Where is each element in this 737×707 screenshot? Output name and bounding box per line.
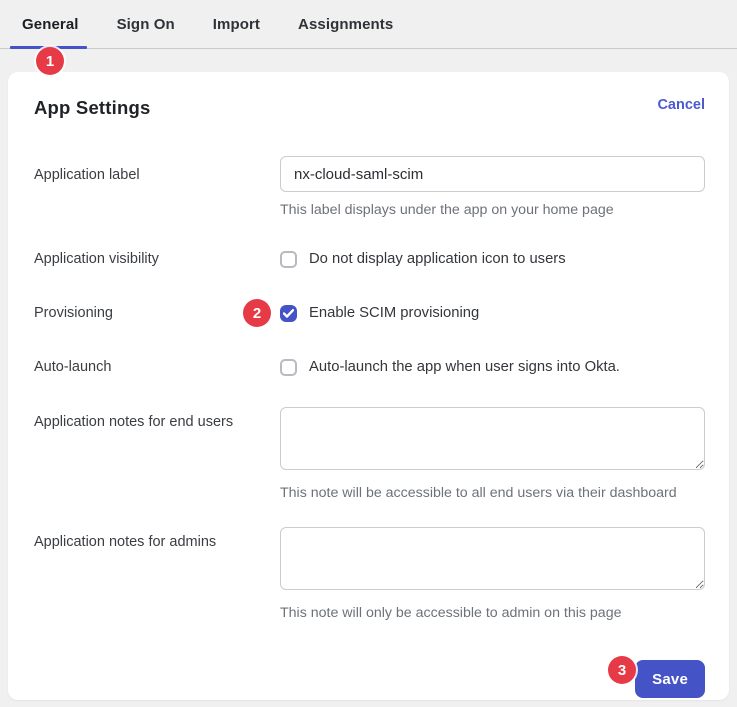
provisioning-row: Provisioning Enable SCIM provisioning	[8, 304, 729, 322]
step-badge-2: 2	[243, 299, 271, 327]
tab-import[interactable]: Import	[213, 16, 260, 33]
check-icon	[283, 309, 294, 318]
auto-launch-checkbox-label: Auto-launch the app when user signs into…	[309, 359, 620, 375]
panel-header: App Settings Cancel	[8, 72, 729, 119]
notes-admins-label: Application notes for admins	[34, 527, 280, 622]
page-title: App Settings	[34, 97, 150, 119]
auto-launch-label: Auto-launch	[34, 358, 280, 376]
tab-assignments[interactable]: Assignments	[298, 16, 393, 33]
tab-sign-on[interactable]: Sign On	[117, 16, 175, 33]
notes-admins-row: Application notes for admins This note w…	[8, 527, 729, 622]
notes-end-users-label: Application notes for end users	[34, 407, 280, 502]
scim-provisioning-checkbox[interactable]	[280, 305, 297, 322]
application-label-row: Application label This label displays un…	[8, 156, 729, 219]
notes-end-users-row: Application notes for end users This not…	[8, 407, 729, 502]
application-visibility-row: Application visibility Do not display ap…	[8, 250, 729, 268]
notes-end-users-textarea[interactable]	[280, 407, 705, 470]
tab-general[interactable]: General	[22, 16, 79, 33]
step-badge-1: 1	[36, 47, 64, 75]
cancel-button[interactable]: Cancel	[657, 97, 705, 113]
application-label-input[interactable]	[280, 156, 705, 192]
visibility-checkbox[interactable]	[280, 251, 297, 268]
notes-admins-textarea[interactable]	[280, 527, 705, 590]
application-label-help: This label displays under the app on you…	[280, 202, 705, 219]
auto-launch-row: Auto-launch Auto-launch the app when use…	[8, 358, 729, 376]
application-label-label: Application label	[34, 156, 280, 219]
application-visibility-label: Application visibility	[34, 250, 280, 268]
notes-admins-help: This note will only be accessible to adm…	[280, 605, 705, 622]
tab-bar: General Sign On Import Assignments	[0, 0, 737, 49]
notes-end-users-help: This note will be accessible to all end …	[280, 485, 705, 502]
step-badge-3: 3	[608, 656, 636, 684]
save-button[interactable]: Save	[635, 660, 705, 698]
visibility-checkbox-label: Do not display application icon to users	[309, 251, 566, 267]
scim-provisioning-checkbox-label: Enable SCIM provisioning	[309, 305, 479, 321]
auto-launch-checkbox[interactable]	[280, 359, 297, 376]
app-settings-panel: App Settings Cancel Application label Th…	[8, 72, 729, 700]
